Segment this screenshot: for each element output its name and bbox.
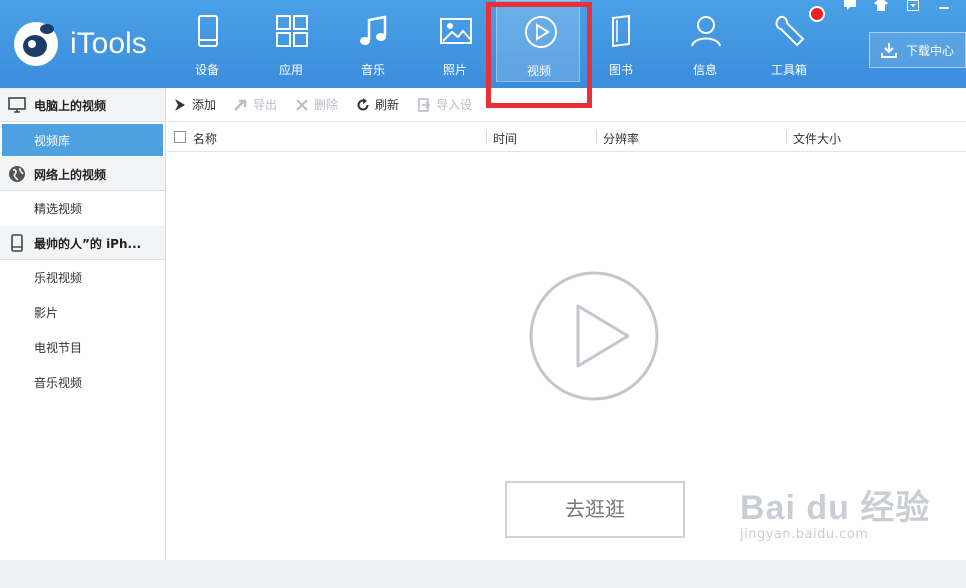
nav-device[interactable]: 设备	[164, 0, 250, 82]
import-label: 导入设	[436, 98, 473, 112]
delete-button[interactable]: 删除	[295, 96, 338, 113]
nav-info[interactable]: 信息	[662, 0, 748, 82]
baidu-jingyan-watermark: Bai du 经验 jingyan.baidu.com	[740, 480, 930, 542]
video-play-icon	[525, 16, 557, 48]
app-name: iTools	[70, 27, 147, 60]
action-toolbar: 添加 导出 删除 刷新 导入设	[167, 88, 966, 122]
sidebar-item-featured-videos[interactable]: 精选视频	[0, 191, 165, 226]
nav-music[interactable]: 音乐	[330, 0, 416, 82]
refresh-label: 刷新	[375, 98, 400, 112]
sidebar-group-label: 电脑上的视频	[34, 98, 107, 113]
app-logo: iTools	[14, 22, 147, 66]
notification-badge	[809, 6, 825, 22]
sidebar-item-movies[interactable]: 影片	[0, 295, 165, 330]
download-center-button[interactable]: 下载中心	[869, 32, 966, 68]
sidebar-item-label: 音乐视频	[34, 376, 83, 390]
nav-books[interactable]: 图书	[578, 0, 664, 82]
refresh-button[interactable]: 刷新	[356, 96, 399, 113]
column-time[interactable]: 时间	[493, 130, 517, 147]
import-to-device-button[interactable]: 导入设	[417, 96, 472, 113]
sidebar-item-tv-shows[interactable]: 电视节目	[0, 330, 165, 365]
refresh-icon	[357, 97, 369, 110]
nav-apps[interactable]: 应用	[248, 0, 334, 82]
nav-toolbox-label: 工具箱	[770, 63, 807, 77]
nav-photos[interactable]: 照片	[412, 0, 498, 82]
globe-icon	[9, 166, 25, 182]
add-label: 添加	[192, 98, 217, 112]
sidebar-group-online-videos[interactable]: 网络上的视频	[0, 157, 165, 191]
top-navigation-bar: iTools 设备 应用 音乐 照片 视频 图书 信息 工具箱 下载中心	[0, 0, 966, 88]
apps-icon	[276, 15, 308, 47]
music-icon	[360, 15, 387, 45]
feedback-icon[interactable]	[838, 0, 862, 16]
sidebar-item-label: 精选视频	[34, 202, 83, 216]
itools-window: iTools 设备 应用 音乐 照片 视频 图书 信息 工具箱 下载中心 电脑上…	[0, 0, 966, 560]
wrench-icon	[775, 15, 805, 47]
book-icon	[612, 14, 630, 48]
column-name[interactable]: 名称	[193, 130, 217, 147]
select-all-checkbox[interactable]	[174, 131, 186, 143]
browse-button[interactable]: 去逛逛	[505, 481, 685, 538]
delete-label: 删除	[314, 98, 339, 112]
download-center-label: 下载中心	[906, 43, 955, 58]
delete-x-icon	[296, 98, 308, 111]
nav-music-label: 音乐	[360, 63, 385, 77]
user-icon	[691, 16, 721, 47]
phone-icon	[11, 234, 23, 252]
nav-books-label: 图书	[608, 63, 633, 77]
sidebar: 电脑上的视频 视频库 网络上的视频 精选视频 最帅的人”的 iPh... 乐视视…	[0, 88, 166, 560]
sidebar-item-video-library[interactable]: 视频库	[2, 124, 163, 156]
nav-photos-label: 照片	[442, 63, 467, 77]
nav-device-label: 设备	[194, 63, 219, 77]
nav-apps-label: 应用	[278, 63, 303, 77]
watermark-logo-text: Bai du 经验	[740, 489, 931, 527]
download-icon	[881, 43, 897, 58]
sidebar-group-iphone[interactable]: 最帅的人”的 iPh...	[0, 226, 165, 260]
add-arrow-icon	[175, 98, 185, 111]
skin-shirt-icon[interactable]	[869, 0, 893, 16]
nav-video[interactable]: 视频	[496, 0, 580, 82]
add-button[interactable]: 添加	[173, 96, 216, 113]
export-icon	[234, 99, 247, 111]
sidebar-item-label: 电视节目	[34, 341, 83, 355]
device-icon	[198, 15, 218, 47]
sidebar-item-label: 乐视视频	[34, 271, 83, 285]
export-button[interactable]: 导出	[234, 96, 277, 113]
menu-dropdown-icon[interactable]	[901, 0, 925, 16]
sidebar-group-label: 网络上的视频	[34, 167, 107, 182]
nav-info-label: 信息	[692, 63, 717, 77]
sidebar-group-computer-videos[interactable]: 电脑上的视频	[0, 88, 165, 122]
sidebar-item-label: 视频库	[34, 133, 71, 148]
photo-icon	[440, 18, 472, 44]
itools-logo-icon	[14, 22, 58, 66]
watermark-url: jingyan.baidu.com	[740, 527, 869, 542]
video-table-header: 名称 时间 分辨率 文件大小	[167, 123, 966, 152]
sidebar-item-music-videos[interactable]: 音乐视频	[0, 365, 165, 400]
nav-video-label: 视频	[526, 64, 551, 78]
monitor-icon	[8, 97, 26, 113]
empty-video-play-icon	[529, 271, 659, 401]
sidebar-group-label: 最帅的人”的 iPh...	[34, 236, 142, 251]
export-label: 导出	[253, 98, 278, 112]
import-icon	[418, 97, 431, 112]
column-resolution[interactable]: 分辨率	[603, 130, 639, 147]
sidebar-item-label: 影片	[34, 306, 59, 320]
minimize-icon[interactable]	[932, 0, 956, 16]
sidebar-item-letv-videos[interactable]: 乐视视频	[0, 260, 165, 295]
column-file-size[interactable]: 文件大小	[793, 130, 841, 147]
